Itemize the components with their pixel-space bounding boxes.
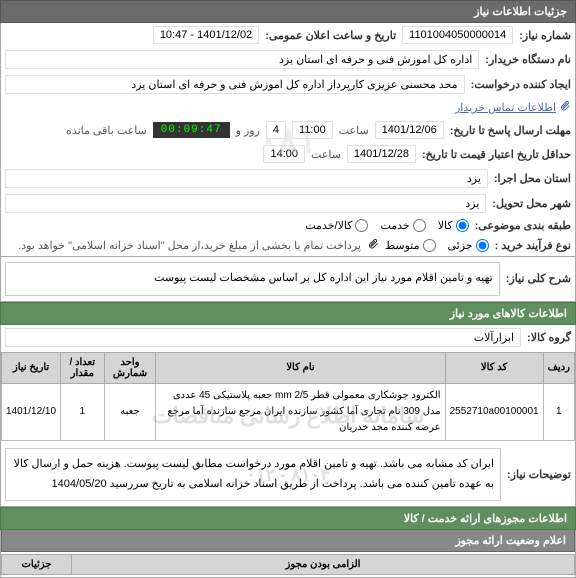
min-credit-date: 1401/12/28 [347,145,416,163]
radio-service-input[interactable] [413,219,426,232]
cell-name: الکترود جوشکاری معمولی قطر 2/5 mm جعبه پ… [156,383,445,440]
perm-table: الزامی بودن مجوز جزئیات [1,554,575,575]
cell-qty: 1 [61,383,104,440]
contact-link-text: اطلاعات تماس خریدار [455,101,556,114]
countdown-timer: 00:09:47 [153,122,230,138]
th-row: ردیف [543,352,574,383]
desc-label: توضیحات نیاز: [507,468,571,481]
deadline-label: مهلت ارسال پاسخ تا تاریخ: [450,124,571,137]
radio-part-input[interactable] [476,239,489,252]
rooz-label: روز و [236,124,260,137]
desc-box: ایران کد مشابه می باشد. تهیه و تامین اقل… [5,448,501,502]
perm-section-title: اطلاعات مجوزهای ارائه خدمت / کالا [0,507,576,530]
perm-th-details: جزئیات [2,555,72,575]
th-date: تاریخ نیاز [2,352,61,383]
cell-row: 1 [543,383,574,440]
exec-loc-value: یزد [5,169,488,188]
th-unit: واحد شمارش [104,352,156,383]
radio-mid-input[interactable] [423,239,436,252]
radio-goods[interactable]: کالا [438,219,469,232]
need-title-text: تهیه و تامین اقلام مورد نیاز این اداره ک… [154,272,493,284]
radio-goods-service[interactable]: کالا/خدمت [305,219,368,232]
table-row: 1 2552710a00100001 الکترود جوشکاری معمول… [2,383,575,440]
radio-goods-label: کالا [438,219,453,232]
exec-loc-label: استان محل اجرا: [494,172,571,185]
table-header-row: ردیف کد کالا نام کالا واحد شمارش تعداد /… [2,352,575,383]
perm-status-title: اعلام وضعیت ارائه مجوز [1,530,575,552]
min-credit-time: 14:00 [263,145,305,163]
proc-radio-group: جزئی متوسط [385,239,489,252]
deliv-city-value: یزد [5,194,486,213]
cell-code: 2552710a00100001 [445,383,543,440]
buyer-org-value: اداره کل اموزش فنی و حرفه ای استان یزد [5,50,479,69]
radio-part-label: جزئی [448,239,473,252]
perm-th-req: الزامی بودن مجوز [72,555,575,575]
announce-value: 1401/12/02 - 10:47 [153,26,259,44]
page-title: جزئیات اطلاعات نیاز [474,6,567,18]
day-count: 4 [266,121,286,139]
attachment-icon [559,100,571,115]
budget-radio-group: کالا خدمت کالا/خدمت [305,219,468,232]
radio-goods-service-input[interactable] [355,219,368,232]
radio-goods-service-label: کالا/خدمت [305,219,352,232]
attachment-icon-2 [367,238,379,253]
radio-service[interactable]: خدمت [380,219,425,232]
cell-date: 1401/12/10 [2,383,61,440]
creator-label: ایجاد کننده درخواست: [471,78,571,91]
goods-section-title: اطلاعات کالاهای مورد نیاز [0,302,576,325]
th-qty: تعداد / مقدار [61,352,104,383]
deadline-date: 1401/12/06 [375,121,444,139]
saat-label-2: ساعت [311,148,341,161]
buyer-org-label: نام دستگاه خریدار: [485,53,571,66]
radio-service-label: خدمت [380,219,409,232]
contact-buyer-link[interactable]: اطلاعات تماس خریدار [455,100,571,115]
radio-goods-input[interactable] [456,219,469,232]
need-title-box: تهیه و تامین اقلام مورد نیاز این اداره ک… [5,262,500,296]
deadline-time: 11:00 [292,121,333,139]
deliv-city-label: شهر محل تحویل: [492,197,571,210]
niaz-no-label: شماره نیاز: [519,29,571,42]
page-title-bar: جزئیات اطلاعات نیاز [0,0,576,23]
th-code: کد کالا [445,352,543,383]
cell-unit: جعبه [104,383,156,440]
desc-text: ایران کد مشابه می باشد. تهیه و تامین اقل… [14,458,494,490]
announce-label: تاریخ و ساعت اعلان عمومی: [265,29,396,42]
need-title-label: شرح کلی نیاز: [506,272,571,285]
group-value: ابزارآلات [5,328,521,347]
min-credit-label: حداقل تاریخ اعتبار قیمت تا تاریخ: [422,148,571,161]
niaz-no-value: 1101004050000014 [402,26,513,44]
proc-type-label: نوع فرآیند خرید : [495,239,571,252]
saat-label-1: ساعت [339,124,369,137]
budget-class-label: طبقه بندی موضوعی: [475,219,571,232]
remain-label: ساعت باقی مانده [66,124,147,137]
radio-mid-label: متوسط [385,239,420,252]
th-name: نام کالا [156,352,445,383]
radio-mid[interactable]: متوسط [385,239,436,252]
items-table: ردیف کد کالا نام کالا واحد شمارش تعداد /… [1,352,575,441]
group-label: گروه کالا: [527,331,571,344]
proc-note: پرداخت تمام یا بخشی از مبلغ خرید،از محل … [18,239,361,252]
creator-value: محد محسنی عزیزی کارپرداز اداره کل اموزش … [5,75,465,94]
radio-part[interactable]: جزئی [448,239,489,252]
